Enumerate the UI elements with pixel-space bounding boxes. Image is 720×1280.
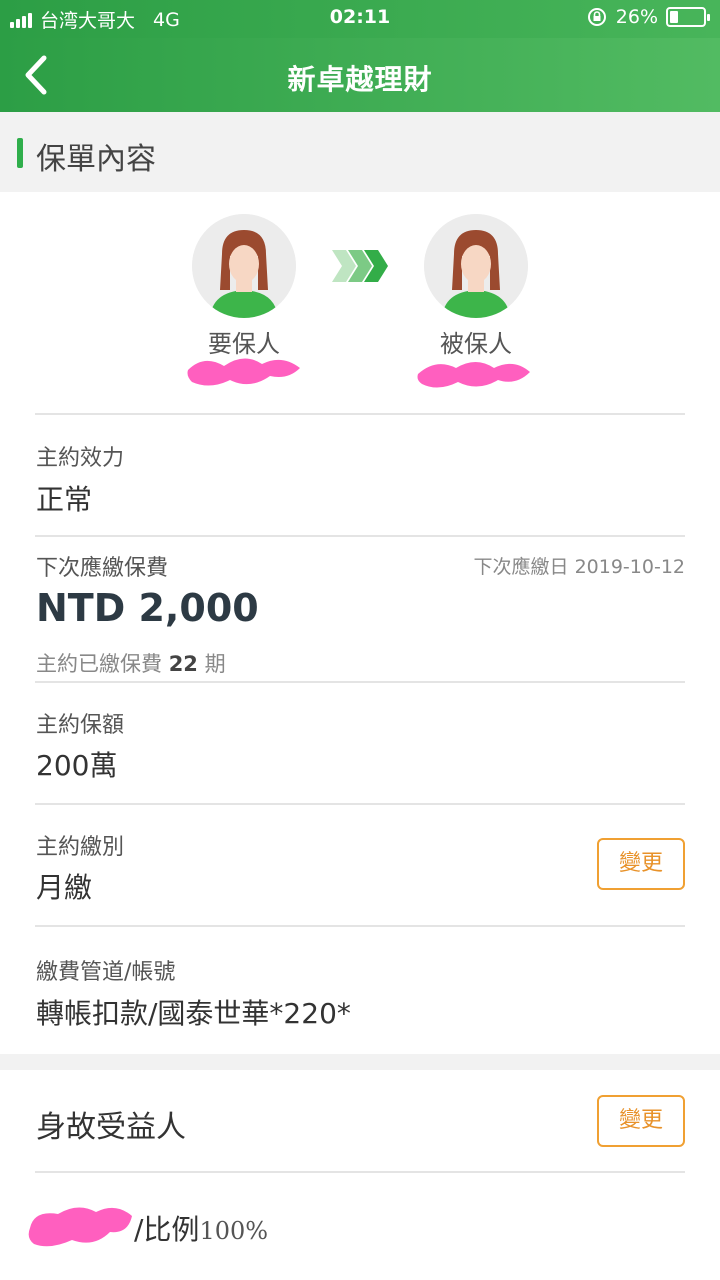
divider bbox=[35, 1171, 685, 1173]
ratio-value: 100% bbox=[199, 1217, 269, 1245]
divider bbox=[35, 413, 685, 415]
divider bbox=[35, 535, 685, 537]
premiums-paid: 主約已繳保費 22 期 bbox=[36, 648, 226, 678]
sum-insured-label: 主約保額 bbox=[36, 713, 125, 738]
change-beneficiary-button[interactable]: 變更 bbox=[597, 1095, 685, 1147]
payment-channel-value: 轉帳扣款/國泰世華*220* bbox=[36, 997, 351, 1030]
rotation-lock-icon bbox=[587, 8, 606, 26]
page-title: 新卓越理財 bbox=[287, 63, 433, 96]
section-title: 保單內容 bbox=[36, 142, 156, 177]
status-right: 26% bbox=[586, 6, 710, 28]
battery-percent: 26% bbox=[615, 6, 658, 28]
next-due-date: 2019-10-12 bbox=[574, 556, 685, 578]
section-header: 保單內容 bbox=[0, 112, 720, 192]
nav-bar: 新卓越理財 bbox=[0, 38, 720, 112]
battery-icon bbox=[666, 7, 710, 27]
payment-channel-label: 繳費管道/帳號 bbox=[36, 960, 176, 985]
beneficiary-ratio: /比例100% bbox=[134, 1208, 268, 1248]
person-avatar-icon bbox=[192, 214, 296, 318]
applicant-avatar bbox=[192, 214, 296, 318]
paid-prefix: 主約已繳保費 bbox=[36, 652, 162, 676]
divider bbox=[35, 803, 685, 805]
payment-mode-label: 主約繳別 bbox=[36, 835, 125, 860]
ratio-label: /比例 bbox=[134, 1213, 200, 1246]
battery-level bbox=[670, 11, 679, 23]
policy-status-value: 正常 bbox=[36, 483, 93, 516]
person-avatar-icon bbox=[424, 214, 528, 318]
redaction-scribble bbox=[28, 1207, 133, 1247]
divider bbox=[35, 925, 685, 927]
triple-chevron-right-icon bbox=[332, 250, 388, 282]
change-payment-mode-button[interactable]: 變更 bbox=[597, 838, 685, 890]
policy-status-label: 主約效力 bbox=[36, 446, 125, 471]
next-premium-label: 下次應繳保費 bbox=[36, 556, 169, 581]
status-bar: 台湾大哥大 4G 02:11 26% bbox=[0, 0, 720, 38]
section-accent-bar bbox=[17, 138, 23, 168]
next-premium-amount: NTD 2,000 bbox=[36, 586, 259, 630]
redaction-scribble bbox=[187, 358, 300, 386]
beneficiary-title: 身故受益人 bbox=[36, 1110, 186, 1145]
next-due-label: 下次應繳日 bbox=[473, 556, 569, 578]
section-gap bbox=[0, 1054, 720, 1070]
beneficiary-card: 身故受益人 變更 /比例100% bbox=[0, 1070, 720, 1280]
paid-count: 22 bbox=[168, 652, 198, 676]
divider bbox=[35, 681, 685, 683]
payment-mode-value: 月繳 bbox=[36, 871, 93, 904]
redaction-scribble bbox=[417, 362, 530, 388]
next-due: 下次應繳日 2019-10-12 bbox=[474, 552, 685, 579]
paid-suffix: 期 bbox=[204, 652, 226, 676]
insured-avatar bbox=[424, 214, 528, 318]
sum-insured-value: 200萬 bbox=[36, 749, 118, 782]
policy-card: 要保人 被保人 主約效力 正常 下次應繳保費 下次應繳日 2019-10-12 … bbox=[0, 192, 720, 1054]
